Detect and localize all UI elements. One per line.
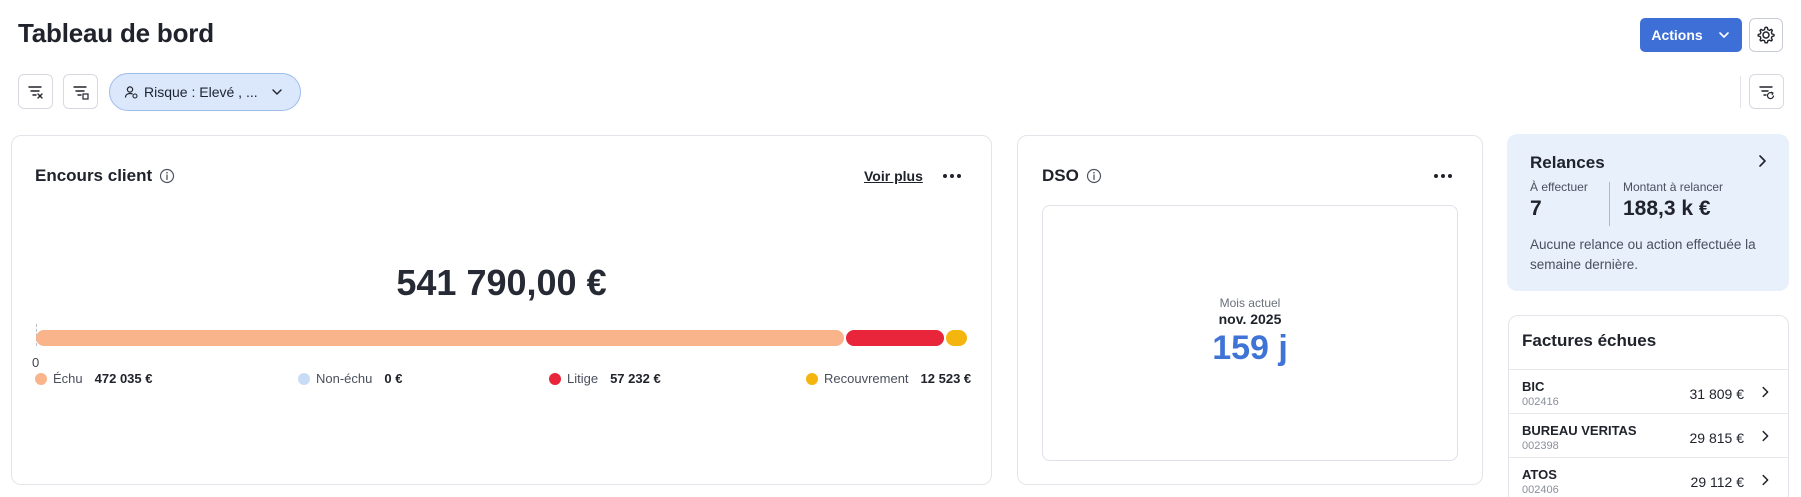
table-row[interactable]: BIC 002416 31 809 € — [1509, 369, 1788, 413]
dso-value-panel: Mois actuel nov. 2025 159 j — [1042, 205, 1458, 461]
a-effectuer-value: 7 — [1530, 197, 1542, 220]
chevron-right-icon[interactable] — [1754, 153, 1770, 169]
page-title: Tableau de bord — [18, 18, 214, 48]
more-options-icon[interactable] — [1434, 174, 1452, 178]
legend-recouvrement-value: 12 523 € — [920, 371, 972, 386]
user-risk-icon — [124, 86, 138, 99]
legend-litige-value: 57 232 € — [610, 371, 661, 386]
legend-non-echu: Non-échu 0 € — [298, 371, 402, 386]
actions-button-label: Actions — [1651, 27, 1703, 43]
actions-button[interactable]: Actions — [1640, 18, 1742, 52]
filter-save-icon — [72, 85, 89, 100]
chevron-right-icon[interactable] — [1758, 385, 1772, 399]
a-effectuer-label: À effectuer — [1530, 180, 1588, 194]
encours-client-card — [11, 135, 992, 485]
bar-segment-litige[interactable] — [845, 330, 944, 346]
refresh-filters-button[interactable] — [1749, 74, 1784, 109]
legend-echu-value: 472 035 € — [94, 371, 153, 386]
filter-clear-icon — [27, 85, 43, 99]
legend-recouvrement-label: Recouvrement — [824, 371, 909, 386]
gear-icon — [1757, 26, 1775, 44]
settings-button[interactable] — [1749, 18, 1783, 52]
bar-segment-recouvrement[interactable] — [945, 330, 967, 346]
table-row[interactable]: BUREAU VERITAS 002398 29 815 € — [1509, 413, 1788, 457]
legend-echu-dot — [35, 372, 47, 385]
legend-non-echu-dot — [298, 372, 310, 385]
dso-period: nov. 2025 — [1218, 311, 1282, 327]
montant-value: 188,3 k € — [1623, 197, 1711, 220]
legend-non-echu-label: Non-échu — [316, 371, 373, 386]
invoice-amount: 29 112 € — [1690, 474, 1744, 490]
more-options-icon[interactable] — [943, 174, 961, 178]
dso-title-text: DSO — [1042, 166, 1079, 185]
risk-filter-chip[interactable]: Risque : Elevé , ... — [109, 73, 301, 111]
table-row[interactable]: ATOS 002406 29 112 € — [1509, 457, 1788, 497]
relances-message: Aucune relance ou action effectuée la se… — [1530, 237, 1756, 272]
chevron-down-icon — [1718, 32, 1729, 38]
info-icon[interactable] — [1086, 168, 1102, 184]
clear-filters-button[interactable] — [18, 74, 53, 109]
saved-filters-button[interactable] — [63, 74, 98, 109]
relances-divider — [1609, 182, 1610, 226]
filter-refresh-icon — [1758, 85, 1774, 99]
relances-card[interactable]: Relances À effectuer 7 Montant à relance… — [1507, 134, 1789, 291]
legend-non-echu-value: 0 € — [384, 371, 403, 386]
invoice-client-name: ATOS — [1522, 467, 1557, 482]
dso-title: DSO — [1042, 166, 1102, 186]
legend-litige-label: Litige — [567, 371, 599, 386]
chevron-right-icon[interactable] — [1758, 473, 1772, 487]
invoice-amount: 29 815 € — [1689, 430, 1745, 446]
encours-client-title: Encours client — [35, 166, 175, 186]
factures-echues-title: Factures échues — [1522, 331, 1657, 350]
legend-litige-dot — [549, 372, 561, 385]
risk-filter-label: Risque : Elevé , ... — [144, 84, 258, 100]
factures-echues-card: Factures échues BIC 002416 31 809 € BURE… — [1508, 315, 1789, 497]
invoice-client-name: BIC — [1522, 379, 1545, 394]
legend-litige: Litige 57 232 € — [549, 371, 661, 386]
bar-segment-echu[interactable] — [36, 330, 844, 346]
invoice-client-code: 002416 — [1522, 396, 1559, 408]
dso-period-caption: Mois actuel — [1219, 296, 1281, 310]
montant-label: Montant à relancer — [1623, 180, 1724, 194]
toolbar-divider — [1740, 76, 1741, 108]
voir-plus-link[interactable]: Voir plus — [864, 168, 923, 184]
legend-recouvrement: Recouvrement 12 523 € — [806, 371, 971, 386]
chevron-down-icon — [271, 89, 282, 95]
invoice-client-code: 002406 — [1522, 484, 1559, 496]
axis-zero-label: 0 — [32, 355, 40, 370]
chevron-right-icon[interactable] — [1758, 429, 1772, 443]
relances-title: Relances — [1530, 153, 1605, 172]
legend-recouvrement-dot — [806, 372, 818, 385]
invoice-amount: 31 809 € — [1689, 386, 1745, 402]
legend-echu-label: Échu — [53, 371, 83, 386]
encours-total: 541 790,00 € — [396, 262, 607, 303]
dso-value: 159 j — [1212, 329, 1288, 367]
legend-echu: Échu 472 035 € — [35, 371, 152, 386]
info-icon[interactable] — [159, 168, 175, 184]
invoice-client-name: BUREAU VERITAS — [1522, 423, 1637, 438]
encours-client-title-text: Encours client — [35, 166, 153, 185]
invoice-client-code: 002398 — [1522, 440, 1559, 452]
